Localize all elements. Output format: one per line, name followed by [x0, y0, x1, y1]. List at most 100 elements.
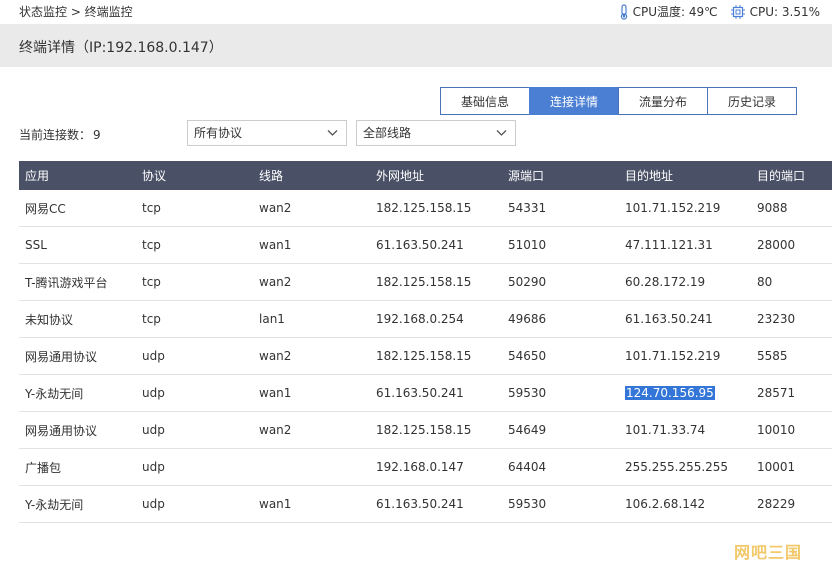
chevron-down-icon: [496, 130, 507, 136]
header-app[interactable]: 应用: [19, 167, 136, 184]
cell-dest-port: 80: [757, 275, 773, 289]
table-row: 网易通用协议 udp wan2 182.125.158.15 54650 101…: [19, 338, 832, 375]
cell-app: 网易CC: [25, 201, 66, 216]
header-protocol[interactable]: 协议: [136, 167, 253, 184]
header-source-port[interactable]: 源端口: [502, 167, 619, 184]
header-dest-port[interactable]: 目的端口: [751, 167, 832, 184]
connection-count-label: 当前连接数：: [19, 128, 92, 142]
cell-source-port: 51010: [508, 238, 547, 252]
top-bar: 状态监控 > 终端监控 CPU温度: 49℃ CPU: 3.51%: [0, 0, 832, 24]
cell-app: SSL: [25, 238, 47, 252]
cell-protocol: tcp: [142, 201, 161, 215]
table-row: T-腾讯游戏平台 tcp wan2 182.125.158.15 50290 6…: [19, 264, 832, 301]
cell-line: wan2: [259, 423, 292, 437]
tab-traffic-distribution[interactable]: 流量分布: [618, 87, 708, 115]
header-wan-address[interactable]: 外网地址: [370, 167, 502, 184]
cell-wan-address: 192.168.0.254: [376, 312, 464, 326]
cell-dest-address: 255.255.255.255: [625, 460, 729, 474]
cell-app: 网易通用协议: [25, 349, 98, 364]
cell-source-port: 54650: [508, 349, 547, 363]
cpu-stats: CPU温度: 49℃ CPU: 3.51%: [607, 3, 820, 20]
thermometer-icon: [620, 3, 627, 20]
cell-wan-address: 61.163.50.241: [376, 497, 464, 511]
table-row: 网易通用协议 udp wan2 182.125.158.15 54649 101…: [19, 412, 832, 449]
connection-count-value: 9: [93, 128, 101, 142]
cell-line: wan2: [259, 201, 292, 215]
tab-connection-details[interactable]: 连接详情: [529, 87, 619, 115]
cell-source-port: 54331: [508, 201, 547, 215]
title-bar: 终端详情（IP:192.168.0.147）: [0, 24, 832, 67]
cell-wan-address: 61.163.50.241: [376, 386, 464, 400]
cell-line: wan1: [259, 386, 292, 400]
line-select-value: 全部线路: [363, 126, 412, 140]
watermark-logo: 网吧三国: [733, 543, 802, 562]
cell-dest-address: 101.71.33.74: [625, 423, 706, 437]
cell-wan-address: 61.163.50.241: [376, 238, 464, 252]
header-line[interactable]: 线路: [253, 167, 370, 184]
line-select[interactable]: 全部线路: [356, 120, 516, 146]
cell-dest-port: 28000: [757, 238, 796, 252]
chevron-down-icon: [327, 130, 338, 136]
tab-history[interactable]: 历史记录: [707, 87, 797, 115]
cell-wan-address: 182.125.158.15: [376, 201, 472, 215]
selected-text[interactable]: 124.70.156.95: [625, 386, 715, 400]
cell-app: T-腾讯游戏平台: [25, 275, 108, 290]
cell-protocol: tcp: [142, 275, 161, 289]
cell-line: lan1: [259, 312, 285, 326]
cell-dest-port: 10010: [757, 423, 796, 437]
table-row: Y-永劫无间 udp wan1 61.163.50.241 59530 124.…: [19, 375, 832, 412]
table-row: 网易CC tcp wan2 182.125.158.15 54331 101.7…: [19, 190, 832, 227]
cell-dest-address: 60.28.172.19: [625, 275, 706, 289]
table-header: 应用 协议 线路 外网地址 源端口 目的地址 目的端口: [19, 161, 832, 190]
cpu-temp-label: CPU温度: 49℃: [632, 5, 718, 19]
cell-protocol: udp: [142, 423, 165, 437]
cell-source-port: 59530: [508, 386, 547, 400]
cell-line: wan1: [259, 238, 292, 252]
tab-bar: 基础信息 连接详情 流量分布 历史记录: [440, 87, 797, 115]
cell-protocol: udp: [142, 349, 165, 363]
header-dest-address[interactable]: 目的地址: [619, 167, 751, 184]
cell-protocol: udp: [142, 497, 165, 511]
cpu-chip-icon: [730, 4, 745, 19]
cell-dest-port: 5585: [757, 349, 788, 363]
table-row: 未知协议 tcp lan1 192.168.0.254 49686 61.163…: [19, 301, 832, 338]
breadcrumb-text: 状态监控 > 终端监控: [19, 5, 133, 19]
cell-wan-address: 182.125.158.15: [376, 349, 472, 363]
cell-source-port: 54649: [508, 423, 547, 437]
cell-dest-address: 101.71.152.219: [625, 201, 721, 215]
cell-protocol: tcp: [142, 312, 161, 326]
cell-source-port: 49686: [508, 312, 547, 326]
cell-wan-address: 182.125.158.15: [376, 423, 472, 437]
cell-dest-address: 124.70.156.95: [619, 386, 751, 400]
cell-line: wan1: [259, 497, 292, 511]
cell-source-port: 50290: [508, 275, 547, 289]
cell-source-port: 64404: [508, 460, 547, 474]
cell-app: 广播包: [25, 460, 62, 475]
cpu-usage: CPU: 3.51%: [730, 4, 820, 20]
tab-basic-info[interactable]: 基础信息: [440, 87, 530, 115]
page-title: 终端详情（IP:192.168.0.147）: [19, 40, 223, 56]
cell-app: 网易通用协议: [25, 423, 98, 438]
cpu-temperature: CPU温度: 49℃: [619, 3, 718, 20]
cell-wan-address: 182.125.158.15: [376, 275, 472, 289]
cell-dest-port: 28229: [757, 497, 796, 511]
cell-dest-port: 9088: [757, 201, 788, 215]
filter-row: 当前连接数： 9 所有协议 全部线路: [19, 120, 832, 146]
table-row: 广播包 udp 192.168.0.147 64404 255.255.255.…: [19, 449, 832, 486]
protocol-select[interactable]: 所有协议: [187, 120, 347, 146]
cell-line: wan2: [259, 349, 292, 363]
cell-dest-address: 47.111.121.31: [625, 238, 713, 252]
cell-dest-port: 28571: [757, 386, 796, 400]
cell-line: wan2: [259, 275, 292, 289]
cell-dest-address: 106.2.68.142: [625, 497, 706, 511]
cell-dest-port: 23230: [757, 312, 796, 326]
cell-dest-port: 10001: [757, 460, 796, 474]
table-row: SSL tcp wan1 61.163.50.241 51010 47.111.…: [19, 227, 832, 264]
cell-app: 未知协议: [25, 312, 74, 327]
breadcrumb: 状态监控 > 终端监控: [19, 3, 133, 20]
connection-table: 应用 协议 线路 外网地址 源端口 目的地址 目的端口 网易CC tcp wan…: [19, 161, 832, 523]
cpu-usage-label: CPU: 3.51%: [749, 4, 820, 19]
cell-source-port: 59530: [508, 497, 547, 511]
connection-count: 当前连接数： 9: [19, 126, 101, 143]
cell-app: Y-永劫无间: [25, 386, 84, 401]
